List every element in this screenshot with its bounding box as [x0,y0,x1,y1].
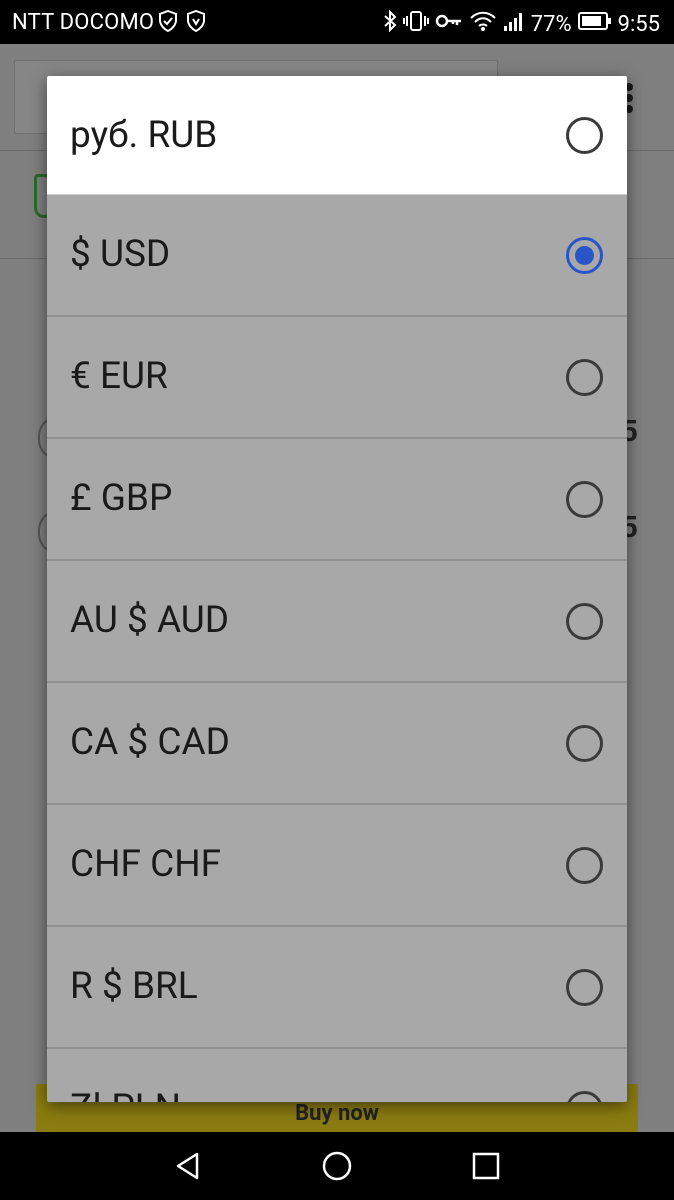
back-icon[interactable] [148,1132,228,1200]
currency-option-label: CHF CHF [70,843,222,886]
currency-option-label: руб. RUB [70,114,218,157]
recents-icon[interactable] [446,1132,526,1200]
currency-option-rub[interactable]: руб. RUB [47,76,627,195]
currency-option-label: $ USD [70,233,171,276]
radio-unchecked-icon[interactable] [566,481,603,518]
radio-unchecked-icon[interactable] [566,725,603,762]
shield-icon [158,9,178,38]
radio-unchecked-icon[interactable] [566,359,603,396]
navigation-bar [0,1132,674,1200]
currency-option-label: R $ BRL [70,965,198,1008]
currency-option-gbp[interactable]: £ GBP [47,439,627,561]
carrier-name: NTT DOCOMO [12,10,155,35]
currency-option-label: £ GBP [70,477,173,520]
currency-option-label: € EUR [70,355,168,398]
shield-check-icon [186,9,206,38]
currency-option-label: CA $ CAD [70,721,230,764]
currency-option-usd[interactable]: $ USD [47,195,627,317]
battery-percent: 77% [530,11,572,37]
home-icon[interactable] [297,1132,377,1200]
wifi-icon [469,10,497,38]
clock: 9:55 [617,11,660,37]
radio-unchecked-icon[interactable] [566,969,603,1006]
currency-option-label: AU $ AUD [70,599,230,642]
radio-unchecked-icon[interactable] [566,603,603,640]
radio-unchecked-icon[interactable] [566,847,603,884]
currency-option-label: Zł PLN [70,1087,181,1102]
currency-option-cad[interactable]: CA $ CAD [47,683,627,805]
currency-option-eur[interactable]: € EUR [47,317,627,439]
key-icon [435,10,463,38]
radio-checked-icon[interactable] [566,237,603,274]
status-bar: NTT DOCOMO 77% 9:55 [0,0,674,44]
status-icons: 77% 9:55 [383,9,660,38]
radio-unchecked-icon[interactable] [566,117,603,154]
currency-option-aud[interactable]: AU $ AUD [47,561,627,683]
currency-option-brl[interactable]: R $ BRL [47,927,627,1049]
currency-option-pln[interactable]: Zł PLN [47,1049,627,1102]
currency-select-dialog: руб. RUB $ USD € EUR £ GBP AU $ AUD CA $ CAD C… [47,76,627,1102]
currency-option-chf[interactable]: CHF CHF [47,805,627,927]
battery-icon [577,11,612,37]
currency-option-list[interactable]: руб. RUB $ USD € EUR £ GBP AU $ AUD CA $ CAD C… [47,76,627,1102]
signal-icon [503,10,525,38]
radio-unchecked-icon[interactable] [566,1091,603,1102]
vibrate-icon [402,10,429,38]
bluetooth-icon [383,9,397,38]
